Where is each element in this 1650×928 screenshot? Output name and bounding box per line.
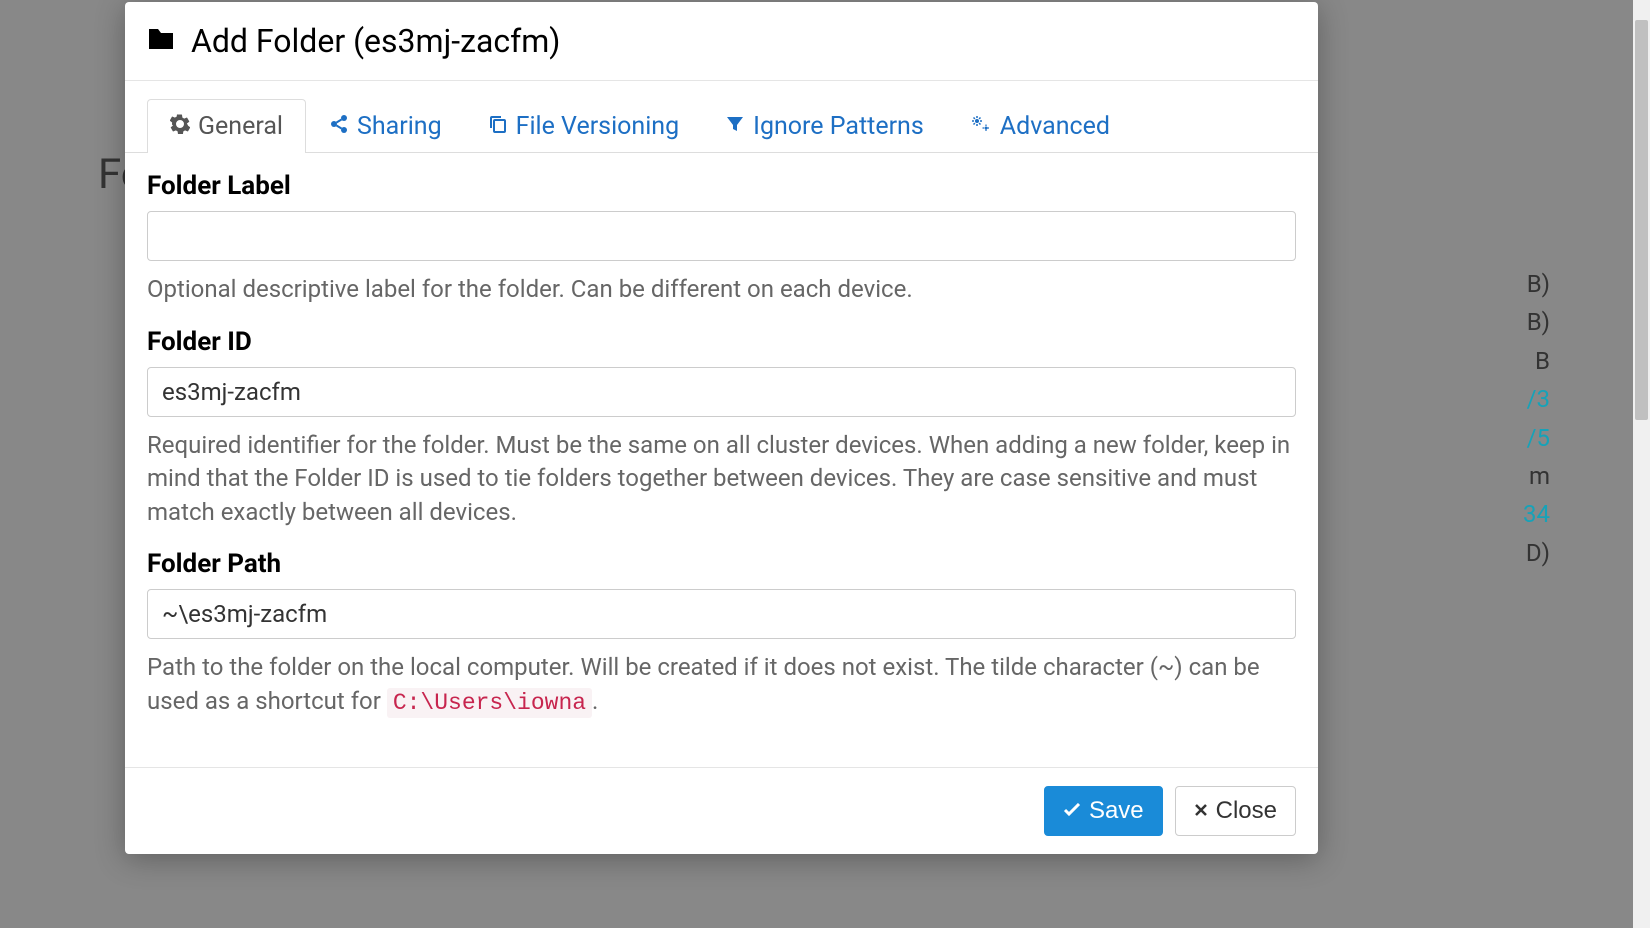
gear-icon — [170, 114, 190, 139]
folder-id-label: Folder ID — [147, 327, 1296, 357]
filter-icon — [725, 114, 745, 139]
folder-id-group: Folder ID Required identifier for the fo… — [147, 327, 1296, 530]
share-icon — [329, 114, 349, 139]
check-icon — [1063, 801, 1081, 822]
bg-text-right: B) B) B /3 /5 m 34 D) — [1523, 265, 1550, 572]
modal-title: Add Folder (es3mj-zacfm) — [191, 22, 560, 60]
cogs-icon — [970, 114, 992, 139]
modal-footer: Save Close — [125, 767, 1318, 854]
scrollbar-thumb[interactable] — [1635, 20, 1648, 420]
tab-general[interactable]: General — [147, 99, 306, 153]
close-button[interactable]: Close — [1175, 786, 1296, 836]
scrollbar[interactable] — [1633, 0, 1650, 928]
folder-id-help: Required identifier for the folder. Must… — [147, 429, 1296, 530]
close-icon — [1194, 801, 1208, 822]
tab-ignore-patterns-label: Ignore Patterns — [753, 112, 924, 141]
tab-sharing-label: Sharing — [357, 112, 442, 141]
folder-label-label: Folder Label — [147, 171, 1296, 201]
folder-path-label: Folder Path — [147, 549, 1296, 579]
tabs-container: General Sharing File Versioning Ignore P… — [125, 99, 1318, 153]
tab-file-versioning-label: File Versioning — [516, 112, 680, 141]
folder-path-input[interactable] — [147, 589, 1296, 639]
add-folder-modal: Add Folder (es3mj-zacfm) General Sharing… — [125, 2, 1318, 854]
tab-ignore-patterns[interactable]: Ignore Patterns — [702, 99, 947, 153]
folder-label-help: Optional descriptive label for the folde… — [147, 273, 1296, 307]
close-button-label: Close — [1216, 797, 1277, 825]
folder-path-help: Path to the folder on the local computer… — [147, 651, 1296, 719]
folder-label-input[interactable] — [147, 211, 1296, 261]
tilde-path-code: C:\Users\iowna — [387, 688, 592, 718]
tab-advanced-label: Advanced — [1000, 112, 1110, 141]
tab-advanced[interactable]: Advanced — [947, 99, 1133, 153]
tab-sharing[interactable]: Sharing — [306, 99, 465, 153]
folder-icon — [147, 25, 175, 58]
tab-file-versioning[interactable]: File Versioning — [465, 99, 703, 153]
save-button-label: Save — [1089, 797, 1144, 825]
modal-header: Add Folder (es3mj-zacfm) — [125, 2, 1318, 81]
folder-path-group: Folder Path Path to the folder on the lo… — [147, 549, 1296, 719]
folder-label-group: Folder Label Optional descriptive label … — [147, 171, 1296, 307]
folder-id-input[interactable] — [147, 367, 1296, 417]
modal-body: Folder Label Optional descriptive label … — [125, 153, 1318, 767]
tab-general-label: General — [198, 112, 283, 141]
copy-icon — [488, 114, 508, 139]
save-button[interactable]: Save — [1044, 786, 1163, 836]
